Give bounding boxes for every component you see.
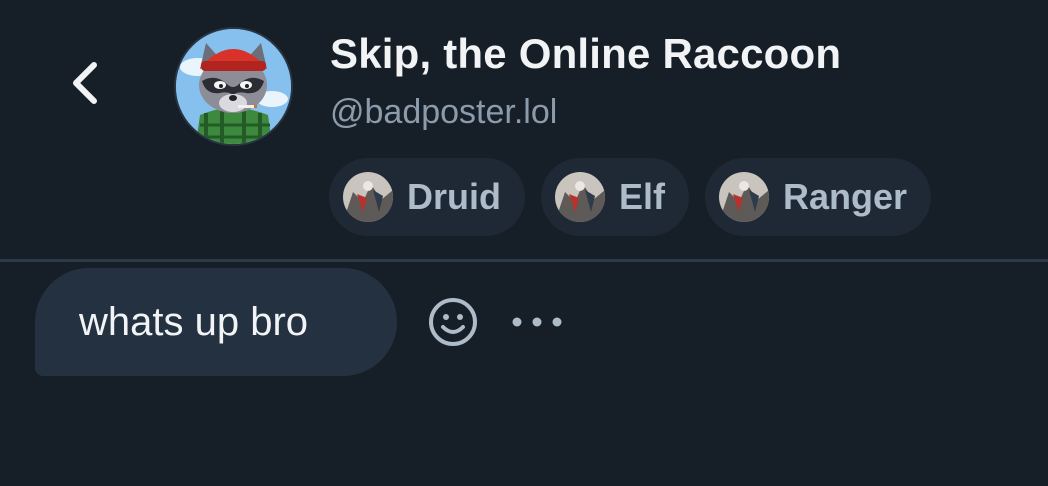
labeler-avatar-icon [719, 172, 770, 222]
user-handle: @badposter.lol [330, 93, 558, 131]
message-text: whats up bro [79, 299, 309, 344]
label-text: Druid [407, 176, 501, 217]
raccoon-avatar-image [176, 29, 291, 144]
avatar[interactable] [174, 27, 293, 146]
label-text: Ranger [783, 176, 908, 217]
profile-labels: Druid Elf Ranger [329, 158, 932, 236]
message-options-button[interactable] [509, 294, 565, 350]
label-text: Elf [619, 176, 666, 217]
label-chip-druid[interactable]: Druid [329, 158, 525, 236]
add-reaction-button[interactable] [425, 294, 481, 350]
label-chip-ranger[interactable]: Ranger [705, 158, 932, 236]
label-chip-elf[interactable]: Elf [541, 158, 690, 236]
header-divider [0, 259, 1048, 262]
conversation-header: Skip, the Online Raccoon @badposter.lol … [0, 0, 1048, 260]
message-row: whats up bro [35, 268, 565, 376]
labeler-avatar-icon [555, 172, 605, 222]
chevron-left-icon [73, 62, 97, 104]
ellipsis-icon [512, 317, 562, 327]
back-button[interactable] [56, 50, 114, 116]
display-name[interactable]: Skip, the Online Raccoon [330, 30, 841, 78]
chat-screen: Skip, the Online Raccoon @badposter.lol … [0, 0, 1048, 486]
message-bubble[interactable]: whats up bro [35, 268, 397, 376]
labeler-avatar-icon [343, 172, 393, 222]
smiley-icon [429, 298, 477, 346]
